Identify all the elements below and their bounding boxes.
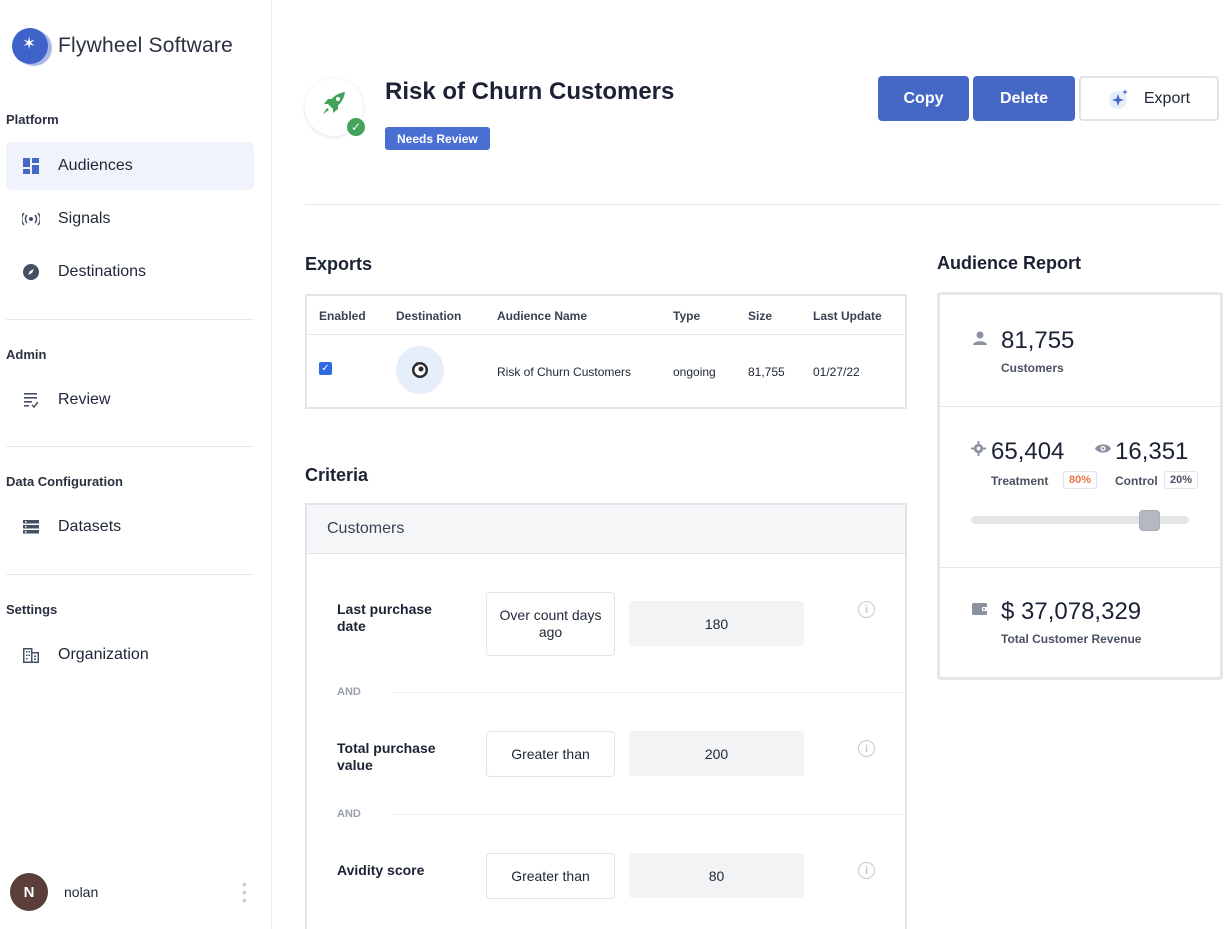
status-badge: Needs Review [385,127,490,150]
flywheel-logo-icon [12,28,48,64]
sidebar-divider [6,446,254,447]
column-header: Size [748,309,773,323]
user-name: nolan [64,884,99,900]
type-cell: ongoing [673,365,716,379]
sidebar-item-datasets[interactable]: Datasets [6,503,254,551]
export-label: Export [1143,89,1191,107]
building-icon [22,646,40,664]
section-platform: Platform [6,112,59,127]
sidebar-item-audiences[interactable]: Audiences [6,142,254,190]
check-circle-icon: ✓ [345,116,367,138]
column-header: Audience Name [497,309,588,323]
column-header: Type [673,309,701,323]
column-header: Last Update [813,309,882,323]
section-settings: Settings [6,602,58,617]
treatment-pct-badge: 80% [1063,471,1098,489]
info-icon[interactable]: i [858,862,875,879]
eye-icon [1095,441,1111,457]
info-icon[interactable]: i [858,601,875,618]
criteria-group-label: Customers [327,520,405,537]
sidebar-item-label: Destinations [58,263,147,280]
report-divider [940,567,1220,568]
criteria-operator-select[interactable]: Greater than [486,731,615,777]
control-pct-badge: 20% [1164,471,1199,489]
review-list-icon [22,391,40,409]
exports-table: Enabled Destination Audience Name Type S… [305,294,907,409]
audience-icon: ✓ [305,78,367,138]
export-button[interactable]: Export [1079,76,1219,121]
audience-name-cell: Risk of Churn Customers [497,365,632,379]
column-header: Enabled [319,309,366,323]
section-data-configuration: Data Configuration [6,474,123,489]
sidebar-item-signals[interactable]: Signals [6,195,254,243]
table-divider [307,334,905,335]
control-label: Control [1115,474,1158,488]
datasets-icon [22,518,40,536]
criteria-field-label: Avidity score [337,862,425,878]
customers-count: 81,755 [1001,327,1075,354]
and-divider [393,692,905,693]
sidebar-item-label: Organization [58,646,149,663]
enabled-checkbox[interactable]: ✓ [319,362,332,375]
criteria-field-label: Total purchase value [337,740,436,773]
gear-icon [971,441,986,459]
criteria-field-label: Last purchase date [337,601,432,634]
split-slider-handle[interactable] [1138,510,1160,531]
report-divider [940,406,1220,407]
and-label: AND [337,808,361,820]
audience-report-panel: 81,755 Customers 65,404 Treatment 80% 16… [937,292,1223,680]
revenue-value: $ 37,078,329 [1001,598,1142,625]
and-divider [393,814,905,815]
brand[interactable]: Flywheel Software [12,28,233,64]
section-admin: Admin [6,347,47,362]
info-icon[interactable]: i [858,740,875,757]
report-title: Audience Report [937,253,1082,273]
copy-button[interactable]: Copy [878,76,969,121]
mailchimp-icon [396,346,444,394]
sidebar-item-organization[interactable]: Organization [6,631,254,679]
wallet-icon [972,602,988,618]
criteria-value-input[interactable]: 200 [629,731,804,776]
sidebar-item-label: Datasets [58,518,122,535]
exports-title: Exports [305,254,373,274]
and-label: AND [337,686,361,698]
delete-button[interactable]: Delete [973,76,1075,121]
rocket-icon [321,90,347,121]
sidebar-item-label: Review [58,391,111,408]
avatar: N [10,873,48,911]
treatment-label: Treatment [991,474,1049,488]
user-profile[interactable]: N nolan • • • [10,873,250,911]
sidebar-divider [6,319,254,320]
column-header: Destination [396,309,462,323]
sparkle-icon [1108,88,1130,110]
criteria-operator-select[interactable]: Over count days ago [486,592,615,656]
brand-name: Flywheel Software [58,34,233,57]
sidebar: Flywheel Software Platform Audiences Sig… [0,0,272,929]
sidebar-item-destinations[interactable]: Destinations [6,248,254,296]
control-count: 16,351 [1115,438,1189,465]
criteria-operator-select[interactable]: Greater than [486,853,615,899]
criteria-title: Criteria [305,465,369,485]
kebab-menu-icon[interactable]: • • • [242,877,247,907]
criteria-group-header: Customers [307,505,905,554]
dashboard-icon [22,157,40,175]
treatment-count: 65,404 [991,438,1065,465]
sidebar-item-review[interactable]: Review [6,376,254,424]
page-title: Risk of Churn Customers [385,78,675,105]
last-update-cell: 01/27/22 [813,365,860,379]
compass-icon [22,263,40,281]
criteria-panel: Customers Last purchase date Over count … [305,503,907,929]
revenue-label: Total Customer Revenue [1001,632,1142,646]
criteria-value-input[interactable]: 180 [629,601,804,646]
criteria-value-input[interactable]: 80 [629,853,804,898]
header-divider [305,204,1221,205]
customers-label: Customers [1001,361,1064,375]
customers-icon [972,331,988,348]
size-cell: 81,755 [748,365,785,379]
signal-icon [22,210,40,228]
sidebar-item-label: Signals [58,210,111,227]
sidebar-divider [6,574,254,575]
sidebar-item-label: Audiences [58,157,133,174]
